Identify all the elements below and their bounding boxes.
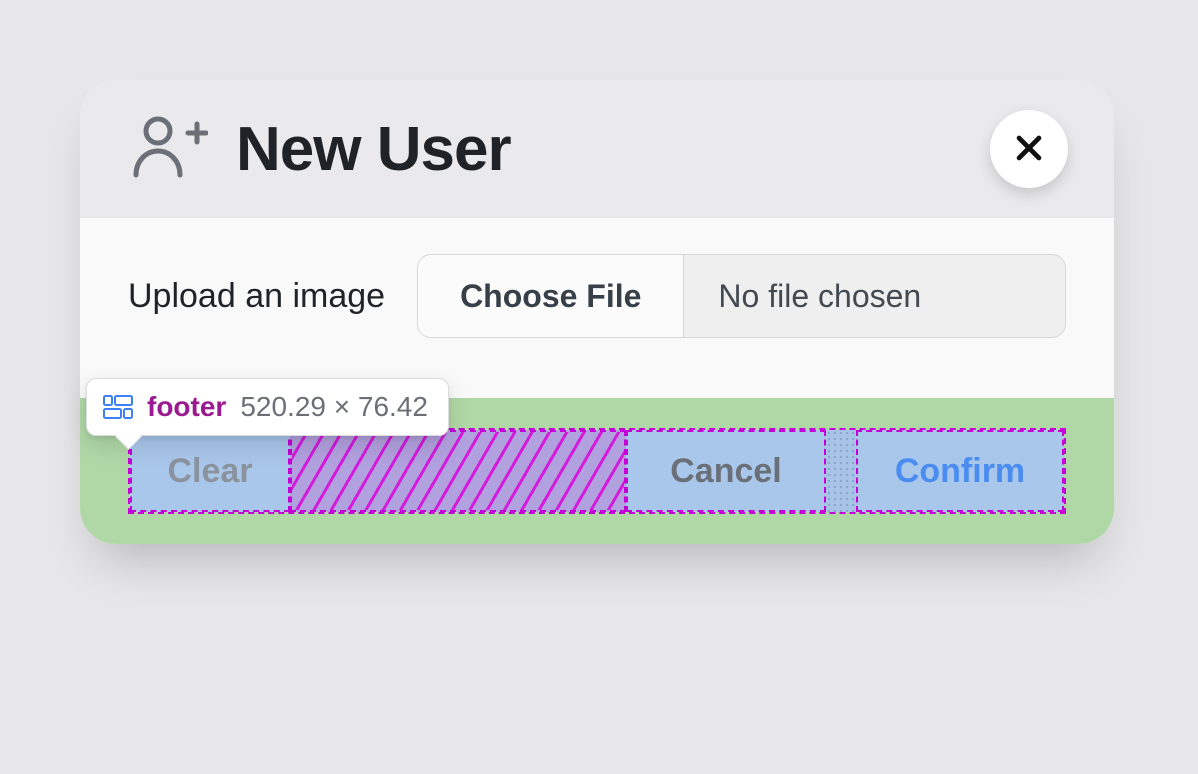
tooltip-element-name: footer [147,391,226,423]
dialog-title: New User [236,114,511,185]
file-input[interactable]: Choose File No file chosen [417,254,1066,338]
clear-button[interactable]: Clear [130,430,290,512]
file-status-text: No file chosen [684,255,1065,337]
tooltip-dimensions: 520.29 × 76.42 [240,391,428,423]
footer-flex-container: Clear Cancel Confirm [128,428,1066,514]
flex-spacer [290,430,626,512]
new-user-dialog: New User Upload an image Choose File No … [80,80,1114,544]
upload-label: Upload an image [128,277,385,316]
choose-file-button[interactable]: Choose File [418,255,684,337]
upload-row: Upload an image Choose File No file chos… [128,254,1066,338]
confirm-button[interactable]: Confirm [856,430,1064,512]
flex-gap [826,430,856,512]
dialog-header: New User [80,80,1114,218]
cancel-button[interactable]: Cancel [626,430,826,512]
flex-container-icon [103,395,133,419]
add-user-icon [130,115,208,184]
close-icon [1012,131,1046,168]
devtools-element-tooltip: footer 520.29 × 76.42 [86,378,449,436]
close-button[interactable] [990,110,1068,188]
dialog-body: Upload an image Choose File No file chos… [80,218,1114,398]
